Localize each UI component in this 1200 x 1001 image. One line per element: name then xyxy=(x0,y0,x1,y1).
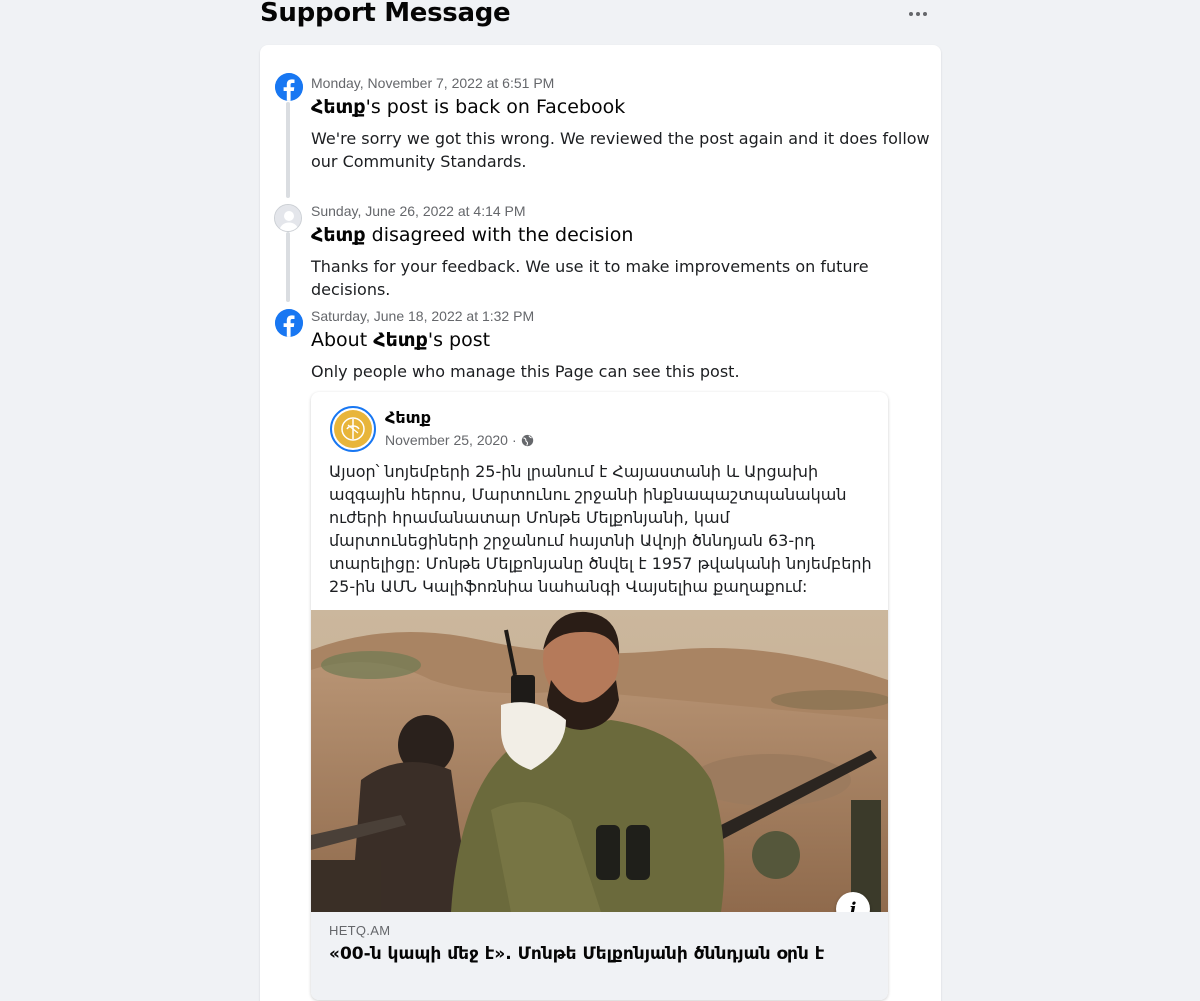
link-preview[interactable]: HETQ.AM «00-ն կապի մեջ է». Մոնթե Մելքոնյ… xyxy=(311,912,888,1000)
link-domain: HETQ.AM xyxy=(329,923,391,938)
more-horizontal-icon xyxy=(909,12,913,16)
page-name[interactable]: Հետք xyxy=(311,96,366,118)
entry-body: Thanks for your feedback. We use it to m… xyxy=(311,257,869,299)
embedded-post[interactable]: Հետք November 25, 2020 · Այսօր՝ նոյեմբեր… xyxy=(311,392,888,1000)
meta-separator: · xyxy=(511,432,517,448)
timestamp: Sunday, June 26, 2022 at 4:14 PM xyxy=(311,203,526,219)
more-options-button[interactable] xyxy=(906,4,930,24)
post-meta: November 25, 2020 · xyxy=(385,432,534,448)
timeline-connector xyxy=(286,102,290,198)
facebook-icon xyxy=(275,309,303,337)
facebook-icon xyxy=(275,73,303,101)
timeline-connector xyxy=(286,232,290,302)
entry-body: We're sorry we got this wrong. We review… xyxy=(311,129,930,171)
timestamp: Saturday, June 18, 2022 at 1:32 PM xyxy=(311,308,535,324)
entry-body: Only people who manage this Page can see… xyxy=(311,362,740,381)
post-page-name[interactable]: Հետք xyxy=(385,408,431,427)
timeline-entry: Sunday, June 26, 2022 at 4:14 PM Հետք di… xyxy=(311,202,931,301)
page-logo-icon xyxy=(334,410,372,448)
user-avatar-icon xyxy=(274,204,302,232)
post-date[interactable]: November 25, 2020 xyxy=(385,432,508,448)
timestamp: Monday, November 7, 2022 at 6:51 PM xyxy=(311,75,555,91)
page-avatar[interactable] xyxy=(330,406,376,452)
entry-title: About Հետք's post xyxy=(311,329,491,351)
page-title: Support Message xyxy=(260,0,511,28)
timeline-entry: Monday, November 7, 2022 at 6:51 PM Հետք… xyxy=(311,74,931,173)
photo-soldier-radio xyxy=(311,610,888,912)
link-title[interactable]: «00-ն կապի մեջ է». Մոնթե Մելքոնյանի ծննդ… xyxy=(329,943,870,966)
entry-title: Հետք's post is back on Facebook xyxy=(311,96,626,118)
page-name[interactable]: Հետք xyxy=(373,329,428,351)
post-text: Այսօր՝ նոյեմբերի 25-ին լրանում է Հայաստա… xyxy=(329,462,872,596)
globe-icon xyxy=(521,434,534,447)
entry-title: Հետք disagreed with the decision xyxy=(311,224,634,246)
page-name[interactable]: Հետք xyxy=(311,224,366,246)
post-photo[interactable] xyxy=(311,610,888,912)
timeline-entry: Saturday, June 18, 2022 at 1:32 PM About… xyxy=(311,307,931,383)
